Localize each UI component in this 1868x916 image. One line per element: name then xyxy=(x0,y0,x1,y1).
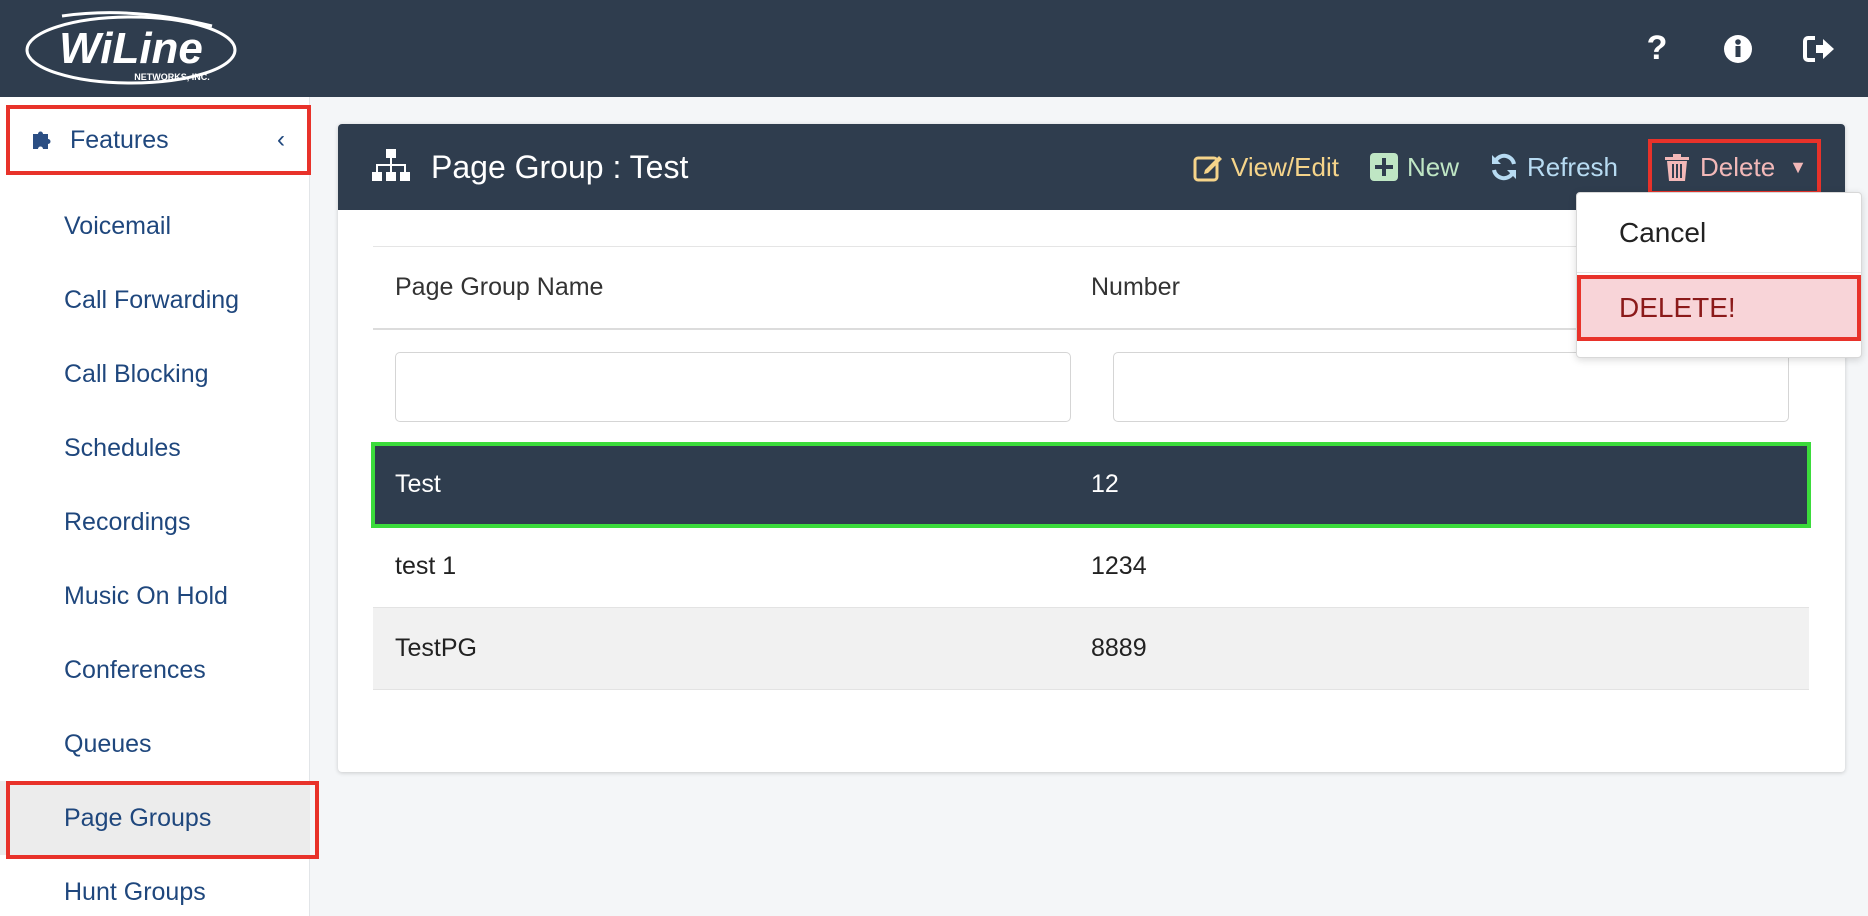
help-icon[interactable]: ? xyxy=(1636,28,1678,70)
sidebar-item-recordings[interactable]: Recordings xyxy=(0,485,310,559)
table-row[interactable]: test 1 1234 xyxy=(373,526,1809,608)
refresh-icon xyxy=(1491,153,1516,181)
cell-name: test 1 xyxy=(395,552,457,580)
sidebar-item-voicemail[interactable]: Voicemail xyxy=(0,189,310,263)
features-title: Features xyxy=(70,125,169,154)
sidebar-item-schedules[interactable]: Schedules xyxy=(0,411,310,485)
wiline-logo[interactable]: WiLine NETWORKS, INC. xyxy=(22,8,240,88)
cancel-menu-item[interactable]: Cancel xyxy=(1577,193,1861,273)
sidebar-item-queues[interactable]: Queues xyxy=(0,707,310,781)
sidebar-item-conferences[interactable]: Conferences xyxy=(0,633,310,707)
cell-number: 1234 xyxy=(1091,552,1147,580)
caret-down-icon: ▼ xyxy=(1789,156,1807,177)
number-filter-input[interactable] xyxy=(1113,352,1789,422)
delete-dropdown-menu: Cancel DELETE! xyxy=(1576,192,1862,358)
cell-name: TestPG xyxy=(395,634,477,662)
sidebar-item-hunt-groups[interactable]: Hunt Groups xyxy=(0,855,310,916)
cell-number: 8889 xyxy=(1091,634,1147,662)
puzzle-icon xyxy=(33,131,51,149)
features-toggle[interactable]: Features ‹ xyxy=(6,105,311,175)
cell-number: 12 xyxy=(1091,470,1119,498)
sidebar-item-page-groups[interactable]: Page Groups xyxy=(0,781,319,859)
sidebar-item-music-on-hold[interactable]: Music On Hold xyxy=(0,559,310,633)
sitemap-icon xyxy=(372,149,410,181)
sidebar-item-call-blocking[interactable]: Call Blocking xyxy=(0,337,310,411)
table-row[interactable]: TestPG 8889 xyxy=(373,608,1809,690)
panel-title: Page Group : Test xyxy=(431,148,689,185)
cell-name: Test xyxy=(395,470,441,498)
table-row[interactable]: Test 12 xyxy=(371,442,1811,528)
sidebar-item-call-forwarding[interactable]: Call Forwarding xyxy=(0,263,310,337)
sidebar: Features ‹ Voicemail Call Forwarding Cal… xyxy=(0,97,319,916)
refresh-button[interactable]: Refresh xyxy=(1489,152,1618,183)
delete-dropdown-button[interactable]: Delete ▼ xyxy=(1648,139,1821,195)
svg-text:NETWORKS, INC.: NETWORKS, INC. xyxy=(134,72,210,82)
column-header-name[interactable]: Page Group Name xyxy=(373,273,1091,302)
logout-icon[interactable] xyxy=(1798,28,1840,70)
svg-text:WiLine: WiLine xyxy=(59,24,203,73)
chevron-left-icon[interactable]: ‹ xyxy=(277,126,285,154)
view-edit-button[interactable]: View/Edit xyxy=(1193,152,1339,183)
plus-square-icon xyxy=(1369,153,1398,181)
info-icon[interactable] xyxy=(1717,28,1759,70)
new-button[interactable]: New xyxy=(1369,152,1459,183)
name-filter-input[interactable] xyxy=(395,352,1071,422)
confirm-delete-menu-item[interactable]: DELETE! xyxy=(1577,275,1861,341)
top-navbar: WiLine NETWORKS, INC. ? xyxy=(0,0,1868,97)
trash-icon xyxy=(1665,154,1690,181)
edit-icon xyxy=(1193,156,1223,182)
